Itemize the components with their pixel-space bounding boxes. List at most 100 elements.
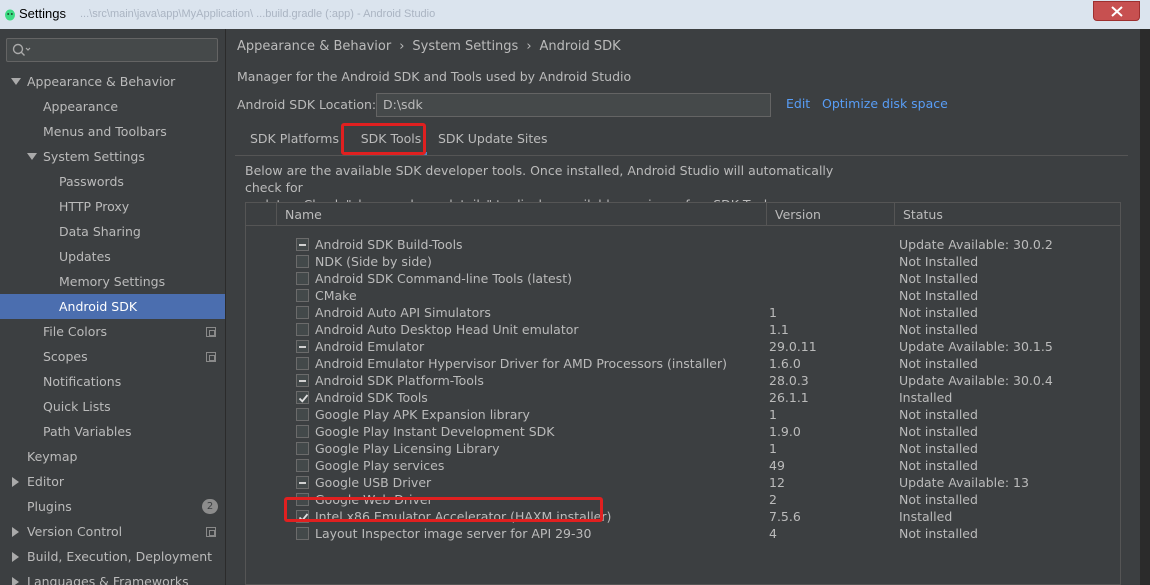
tree-passwords[interactable]: Passwords bbox=[0, 169, 225, 194]
search-icon bbox=[12, 43, 31, 56]
column-header-version[interactable]: Version bbox=[766, 203, 894, 226]
tree-http-proxy[interactable]: HTTP Proxy bbox=[0, 194, 225, 219]
table-row[interactable]: Layout Inspector image server for API 29… bbox=[246, 525, 1120, 542]
tree-plugins[interactable]: Plugins 2 bbox=[0, 494, 225, 519]
row-checkbox[interactable] bbox=[296, 340, 309, 353]
cell-name: Android Auto Desktop Head Unit emulator bbox=[315, 322, 579, 337]
tab-sdk-update-sites[interactable]: SDK Update Sites bbox=[438, 125, 548, 155]
tree-keymap[interactable]: Keymap bbox=[0, 444, 225, 469]
description-line: Below are the available SDK developer to… bbox=[245, 163, 834, 195]
table-row[interactable]: Android Emulator Hypervisor Driver for A… bbox=[246, 355, 1120, 372]
project-scope-icon bbox=[206, 352, 216, 362]
table-row[interactable]: Android Auto Desktop Head Unit emulator 1… bbox=[246, 321, 1120, 338]
row-checkbox[interactable] bbox=[296, 306, 309, 319]
tree-label: System Settings bbox=[43, 149, 145, 164]
chevron-right-icon[interactable] bbox=[12, 527, 19, 537]
cell-name: Google USB Driver bbox=[315, 475, 432, 490]
tree-android-sdk[interactable]: Android SDK bbox=[0, 294, 225, 319]
highlight-box-haxm bbox=[284, 497, 603, 522]
row-checkbox[interactable] bbox=[296, 289, 309, 302]
row-checkbox[interactable] bbox=[296, 238, 309, 251]
table-row[interactable]: Android Auto API Simulators 1 Not installe… bbox=[246, 304, 1120, 321]
chevron-down-icon[interactable] bbox=[27, 153, 37, 160]
chevron-down-icon[interactable] bbox=[11, 78, 21, 85]
table-row[interactable]: Android SDK Tools 26.1.1 Installed bbox=[246, 389, 1120, 406]
tree-appearance[interactable]: Appearance bbox=[0, 94, 225, 119]
table-row[interactable]: Android Emulator 29.0.11 Update Available:… bbox=[246, 338, 1120, 355]
tree-label: Build, Execution, Deployment bbox=[27, 549, 213, 564]
cell-version: 1.9.0 bbox=[769, 424, 801, 439]
table-row[interactable]: Google Play Instant Development SDK 1.9.0… bbox=[246, 423, 1120, 440]
cell-status: Not installed bbox=[899, 356, 978, 371]
chevron-right-icon[interactable] bbox=[12, 477, 19, 487]
cell-version: 28.0.3 bbox=[769, 373, 809, 388]
tree-version-control[interactable]: Version Control bbox=[0, 519, 225, 544]
tree-system-settings[interactable]: System Settings bbox=[0, 144, 225, 169]
row-checkbox[interactable] bbox=[296, 255, 309, 268]
cell-status: Update Available: 30.0.2 bbox=[899, 237, 1053, 252]
breadcrumb-item: Android SDK bbox=[539, 39, 621, 54]
row-checkbox[interactable] bbox=[296, 391, 309, 404]
tree-build-execution[interactable]: Build, Execution, Deployment bbox=[0, 544, 225, 569]
row-checkbox[interactable] bbox=[296, 459, 309, 472]
cell-version: 12 bbox=[769, 475, 785, 490]
chevron-right-icon[interactable] bbox=[12, 552, 19, 562]
window-title: Settings bbox=[19, 6, 66, 21]
tree-file-colors[interactable]: File Colors bbox=[0, 319, 225, 344]
cell-status: Not installed bbox=[899, 322, 978, 337]
row-checkbox[interactable] bbox=[296, 357, 309, 370]
row-checkbox[interactable] bbox=[296, 476, 309, 489]
column-header-status[interactable]: Status bbox=[894, 203, 1120, 226]
table-row[interactable]: NDK (Side by side) Not Installed bbox=[246, 253, 1120, 270]
tab-sdk-platforms[interactable]: SDK Platforms bbox=[250, 125, 339, 155]
cell-name: CMake bbox=[315, 288, 357, 303]
column-header-name[interactable]: Name bbox=[276, 203, 766, 226]
row-checkbox[interactable] bbox=[296, 408, 309, 421]
table-row[interactable]: Android SDK Command-line Tools (latest) N… bbox=[246, 270, 1120, 287]
row-checkbox[interactable] bbox=[296, 323, 309, 336]
row-checkbox[interactable] bbox=[296, 442, 309, 455]
cell-version: 49 bbox=[769, 458, 785, 473]
tree-label: Scopes bbox=[43, 349, 88, 364]
table-row[interactable]: Google Play APK Expansion library 1 Not in… bbox=[246, 406, 1120, 423]
table-row[interactable]: CMake Not Installed bbox=[246, 287, 1120, 304]
tree-updates[interactable]: Updates bbox=[0, 244, 225, 269]
sdk-location-label: Android SDK Location: bbox=[237, 97, 377, 112]
table-row[interactable]: Google Play Licensing Library 1 Not instal… bbox=[246, 440, 1120, 457]
settings-sidebar: Appearance & Behavior Appearance Menus a… bbox=[0, 29, 226, 585]
optimize-disk-space-link[interactable]: Optimize disk space bbox=[822, 96, 948, 111]
table-row[interactable]: Google USB Driver 12 Update Available: 13 bbox=[246, 474, 1120, 491]
close-button[interactable] bbox=[1093, 1, 1140, 21]
row-checkbox[interactable] bbox=[296, 425, 309, 438]
highlight-box-sdk-tools bbox=[341, 123, 426, 155]
cell-version: 1 bbox=[769, 305, 777, 320]
tree-menus-toolbars[interactable]: Menus and Toolbars bbox=[0, 119, 225, 144]
edit-link[interactable]: Edit bbox=[786, 96, 810, 111]
tree-data-sharing[interactable]: Data Sharing bbox=[0, 219, 225, 244]
cell-name: Android SDK Tools bbox=[315, 390, 428, 405]
tree-notifications[interactable]: Notifications bbox=[0, 369, 225, 394]
table-row[interactable]: Android SDK Build-Tools Update Available:… bbox=[246, 236, 1120, 253]
tree-label: Notifications bbox=[43, 374, 122, 389]
tree-scopes[interactable]: Scopes bbox=[0, 344, 225, 369]
tree-memory-settings[interactable]: Memory Settings bbox=[0, 269, 225, 294]
table-row[interactable]: Android SDK Platform-Tools 28.0.3 Update A… bbox=[246, 372, 1120, 389]
search-input[interactable] bbox=[6, 38, 218, 62]
tree-appearance-behavior[interactable]: Appearance & Behavior bbox=[0, 69, 225, 94]
tree-quick-lists[interactable]: Quick Lists bbox=[0, 394, 225, 419]
table-row[interactable]: Google Play services 49 Not installed bbox=[246, 457, 1120, 474]
breadcrumb: Appearance & Behavior › System Settings › An… bbox=[237, 39, 621, 54]
tree-languages-frameworks[interactable]: Languages & Frameworks bbox=[0, 569, 225, 585]
row-checkbox[interactable] bbox=[296, 272, 309, 285]
cell-version: 29.0.11 bbox=[769, 339, 817, 354]
tree-path-variables[interactable]: Path Variables bbox=[0, 419, 225, 444]
cell-status: Update Available: 13 bbox=[899, 475, 1029, 490]
breadcrumb-item: Appearance & Behavior bbox=[237, 39, 392, 54]
tree-editor[interactable]: Editor bbox=[0, 469, 225, 494]
android-sdk-panel: Appearance & Behavior › System Settings › An… bbox=[227, 29, 1140, 585]
sdk-location-field[interactable]: D:\sdk bbox=[376, 93, 771, 117]
chevron-right-icon[interactable] bbox=[12, 577, 19, 585]
row-checkbox[interactable] bbox=[296, 374, 309, 387]
cell-status: Not Installed bbox=[899, 288, 979, 303]
row-checkbox[interactable] bbox=[296, 527, 309, 540]
